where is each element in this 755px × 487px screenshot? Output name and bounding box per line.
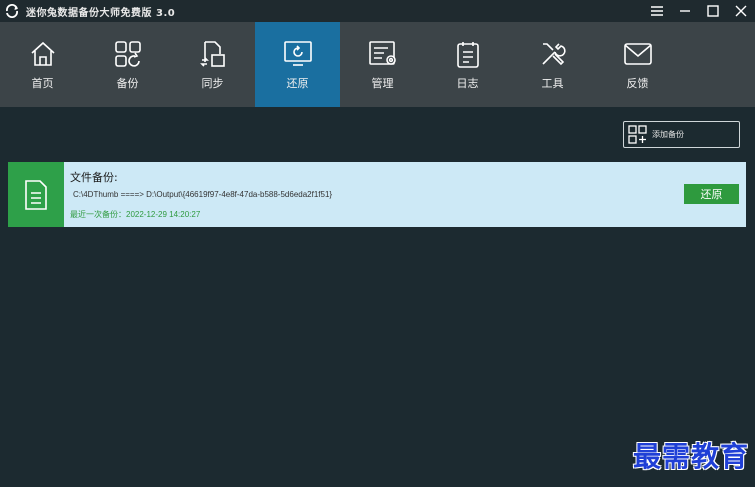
file-backup-icon-box bbox=[8, 162, 64, 227]
tab-log-label: 日志 bbox=[456, 76, 479, 90]
tab-feedback[interactable]: 反馈 bbox=[595, 22, 680, 107]
add-backup-label: 添加备份 bbox=[652, 130, 684, 139]
backup-type-title: 文件备份: bbox=[70, 171, 118, 184]
manage-icon bbox=[368, 39, 398, 69]
tab-restore[interactable]: 还原 bbox=[255, 22, 340, 107]
minimize-icon[interactable] bbox=[677, 3, 693, 19]
close-icon[interactable] bbox=[733, 3, 749, 19]
main-toolbar: 首页 备份 同步 还原 管理 日志 工具 反馈 bbox=[0, 22, 755, 107]
tab-tools[interactable]: 工具 bbox=[510, 22, 595, 107]
main-content: 添加备份 文件备份: C:\4DThumb ====> D:\Output\{4… bbox=[0, 107, 755, 487]
tab-restore-label: 还原 bbox=[286, 76, 309, 90]
tab-backup-label: 备份 bbox=[116, 76, 139, 90]
menu-icon[interactable] bbox=[649, 3, 665, 19]
log-icon bbox=[453, 39, 483, 69]
home-icon bbox=[28, 39, 58, 69]
sync-icon bbox=[198, 39, 228, 69]
tab-feedback-label: 反馈 bbox=[626, 76, 649, 90]
tab-sync[interactable]: 同步 bbox=[170, 22, 255, 107]
maximize-icon[interactable] bbox=[705, 3, 721, 19]
tab-manage-label: 管理 bbox=[371, 76, 394, 90]
watermark-logo: 最需教育 bbox=[632, 440, 749, 473]
backup-path: C:\4DThumb ====> D:\Output\{46619f97-4e8… bbox=[73, 190, 333, 199]
app-logo-icon bbox=[4, 3, 20, 19]
add-backup-icon bbox=[628, 124, 648, 145]
title-bar: 迷你兔数据备份大师免费版 3.0 bbox=[0, 0, 755, 22]
restore-icon bbox=[283, 39, 313, 69]
tab-manage[interactable]: 管理 bbox=[340, 22, 425, 107]
restore-button[interactable]: 还原 bbox=[684, 184, 739, 204]
tab-backup[interactable]: 备份 bbox=[85, 22, 170, 107]
backup-task-card[interactable]: 文件备份: C:\4DThumb ====> D:\Output\{46619f… bbox=[8, 162, 746, 227]
tab-home[interactable]: 首页 bbox=[0, 22, 85, 107]
last-backup-time: 最近一次备份：2022-12-29 14:20:27 bbox=[70, 210, 201, 219]
backup-task-body: 文件备份: C:\4DThumb ====> D:\Output\{46619f… bbox=[64, 162, 746, 227]
tools-icon bbox=[538, 39, 568, 69]
add-backup-button[interactable]: 添加备份 bbox=[623, 121, 740, 148]
tab-tools-label: 工具 bbox=[541, 76, 564, 90]
tab-home-label: 首页 bbox=[31, 76, 54, 90]
tab-sync-label: 同步 bbox=[201, 76, 224, 90]
document-icon bbox=[25, 179, 47, 210]
feedback-icon bbox=[623, 39, 653, 69]
app-title: 迷你兔数据备份大师免费版 3.0 bbox=[26, 7, 176, 19]
tab-log[interactable]: 日志 bbox=[425, 22, 510, 107]
backup-icon bbox=[113, 39, 143, 69]
